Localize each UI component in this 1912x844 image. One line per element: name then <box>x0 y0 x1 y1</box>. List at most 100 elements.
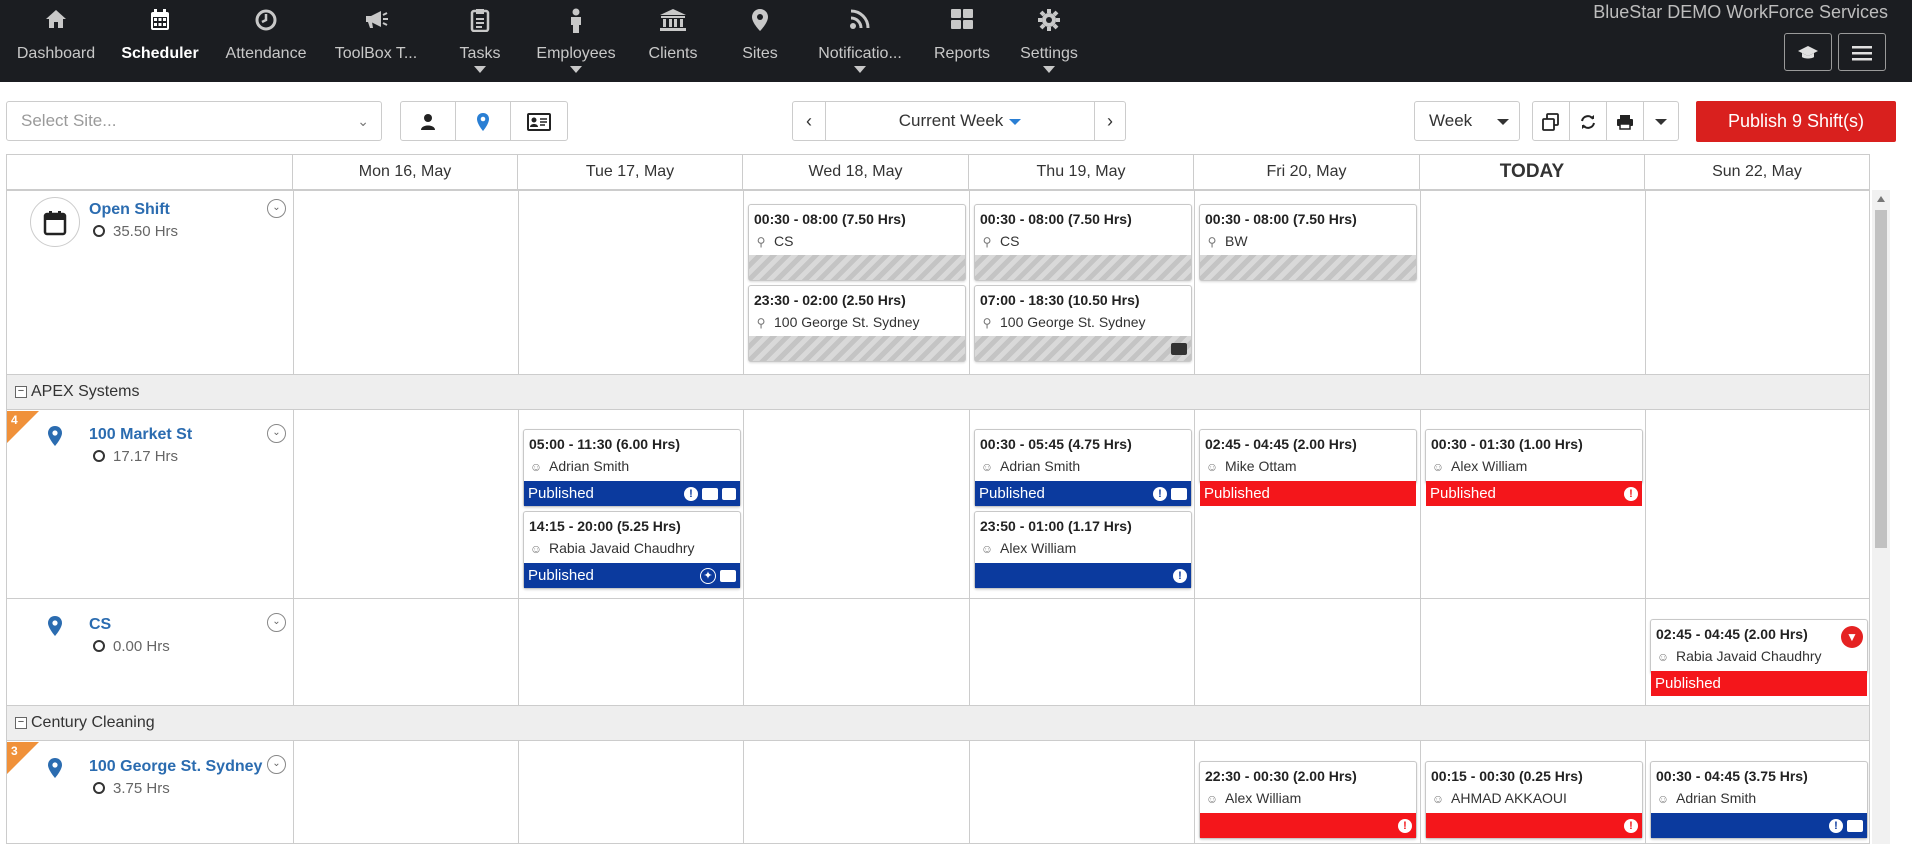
shift-card[interactable]: 23:50 - 01:00 (1.17 Hrs) ☺ Alex William ! <box>974 511 1192 589</box>
shift-card[interactable]: 02:45 - 04:45 (2.00 Hrs) ▼ ☺ Rabia Javaid… <box>1650 619 1868 696</box>
view-mode-select[interactable]: Week <box>1414 101 1520 141</box>
shift-card[interactable]: 00:30 - 08:00 (7.50 Hrs) ⚲ CS <box>748 204 966 281</box>
hours-value: 0.00 Hrs <box>113 638 170 655</box>
chevron-down-icon: ⌄ <box>272 758 281 769</box>
chevron-down-icon: ⌄ <box>357 113 369 129</box>
refresh-button[interactable] <box>1569 101 1607 141</box>
status-bar: Published <box>1651 671 1867 696</box>
nav-label: Attendance <box>225 45 307 62</box>
nav-tasks[interactable]: Tasks <box>452 8 508 78</box>
chevron-down-icon <box>854 66 866 73</box>
shift-time: 14:15 - 20:00 (5.25 Hrs) <box>529 518 681 534</box>
shift-site: ⚲ 100 George St. Sydney <box>754 314 920 330</box>
shift-site-label: CS <box>1000 233 1020 249</box>
previous-week-button[interactable]: ‹ <box>792 101 826 141</box>
row-options-chevron[interactable]: ⌄ <box>267 755 286 774</box>
nav-settings[interactable]: Settings <box>1018 8 1080 78</box>
nav-label: Sites <box>742 45 778 62</box>
rss-icon <box>816 8 904 36</box>
view-by-site-button[interactable] <box>455 101 511 141</box>
shift-time: 00:30 - 08:00 (7.50 Hrs) <box>980 211 1132 227</box>
nav-label: Reports <box>933 45 991 62</box>
shift-card[interactable]: 22:30 - 00:30 (2.00 Hrs) ☺ Alex William ! <box>1199 761 1417 839</box>
nav-label: Scheduler <box>121 45 199 62</box>
week-range-dropdown[interactable]: Current Week <box>825 101 1095 141</box>
scrollbar-thumb[interactable] <box>1875 210 1887 548</box>
site-title[interactable]: 100 Market St <box>89 426 192 444</box>
shift-card[interactable]: 00:15 - 00:30 (0.25 Hrs) ☺ AHMAD AKKAOUI … <box>1425 761 1643 839</box>
row-options-chevron[interactable]: ⌄ <box>267 613 286 632</box>
nav-toolbox[interactable]: ToolBox T... <box>334 8 418 78</box>
graduation-cap-button[interactable] <box>1784 33 1832 71</box>
open-shift-hours: 35.50 Hrs <box>93 223 178 240</box>
thumbs-down-icon[interactable]: ▼ <box>1841 626 1863 648</box>
user-icon: ☺ <box>1656 650 1670 664</box>
map-pin-icon: ⚲ <box>982 235 992 249</box>
nav-sites[interactable]: Sites <box>738 8 782 78</box>
unassigned-bar <box>975 336 1191 361</box>
chevron-down-icon: ⌄ <box>272 202 281 213</box>
chevron-down-icon <box>474 66 486 73</box>
collapse-icon[interactable]: − <box>15 386 27 398</box>
shift-time: 00:30 - 05:45 (4.75 Hrs) <box>980 436 1132 452</box>
employee-name: Alex William <box>1451 458 1528 474</box>
hours-value: 35.50 Hrs <box>113 223 179 240</box>
publish-shifts-button[interactable]: Publish 9 Shift(s) <box>1696 101 1896 142</box>
map-pin-icon: ⚲ <box>1207 235 1217 249</box>
next-week-button[interactable]: › <box>1094 101 1126 141</box>
nav-scheduler[interactable]: Scheduler <box>120 8 200 78</box>
clipboard-icon <box>452 8 508 36</box>
nav-employees[interactable]: Employees <box>536 8 616 78</box>
nav-attendance[interactable]: Attendance <box>224 8 308 78</box>
row-options-chevron[interactable]: ⌄ <box>267 199 286 218</box>
shift-card[interactable]: 00:30 - 08:00 (7.50 Hrs) ⚲ BW <box>1199 204 1417 281</box>
coffee-break-icon <box>1171 342 1187 355</box>
site-title[interactable]: CS <box>89 616 111 634</box>
shift-time: 23:50 - 01:00 (1.17 Hrs) <box>980 518 1132 534</box>
hamburger-menu-button[interactable] <box>1838 33 1886 71</box>
shift-time: 00:30 - 08:00 (7.50 Hrs) <box>754 211 906 227</box>
status-label: Published <box>1655 675 1721 692</box>
collapse-icon[interactable]: − <box>15 717 27 729</box>
shift-card[interactable]: 23:30 - 02:00 (2.50 Hrs) ⚲ 100 George St.… <box>748 285 966 362</box>
chevron-left-icon: ‹ <box>806 111 812 131</box>
unassigned-bar <box>749 336 965 361</box>
shift-card[interactable]: 14:15 - 20:00 (5.25 Hrs) ☺ Rabia Javaid C… <box>523 511 741 589</box>
vertical-scrollbar[interactable] <box>1872 190 1890 844</box>
shift-card[interactable]: 00:30 - 04:45 (3.75 Hrs) ☺ Adrian Smith ! <box>1650 761 1868 839</box>
nav-dashboard[interactable]: Dashboard <box>14 8 98 78</box>
more-options-dropdown[interactable] <box>1643 101 1679 141</box>
day-header: Mon 16, May <box>293 155 518 189</box>
open-shift-avatar <box>30 197 80 247</box>
scroll-up-arrow[interactable] <box>1877 196 1885 202</box>
shift-card[interactable]: 05:00 - 11:30 (6.00 Hrs) ☺ Adrian Smith P… <box>523 429 741 507</box>
status-label: Published <box>528 567 594 584</box>
group-band-century: − Century Cleaning <box>7 705 1869 741</box>
shift-card[interactable]: 00:30 - 01:30 (1.00 Hrs) ☺ Alex William P… <box>1425 429 1643 506</box>
nav-clients[interactable]: Clients <box>642 8 704 78</box>
view-by-card-button[interactable] <box>510 101 568 141</box>
person-icon <box>421 114 435 131</box>
view-by-employee-button[interactable] <box>400 101 456 141</box>
shift-card[interactable]: 07:00 - 18:30 (10.50 Hrs) ⚲ 100 George St… <box>974 285 1192 362</box>
shift-site: ⚲ CS <box>754 233 794 249</box>
user-icon: ☺ <box>1205 792 1219 806</box>
employee-name: Rabia Javaid Chaudhry <box>1676 648 1822 664</box>
row-options-chevron[interactable]: ⌄ <box>267 424 286 443</box>
copy-button[interactable] <box>1532 101 1570 141</box>
site-title[interactable]: 100 George St. Sydney <box>89 758 262 776</box>
print-button[interactable] <box>1606 101 1644 141</box>
nav-notifications[interactable]: Notificatio... <box>816 8 904 78</box>
coffee-break-icon <box>1847 819 1863 832</box>
site-select[interactable]: Select Site... ⌄ <box>6 101 382 141</box>
day-header: Fri 20, May <box>1194 155 1420 189</box>
map-pin-icon <box>48 616 62 636</box>
status-label: Published <box>528 485 594 502</box>
shift-card[interactable]: 00:30 - 08:00 (7.50 Hrs) ⚲ CS <box>974 204 1192 281</box>
status-bar: Published <box>1200 481 1416 506</box>
nav-reports[interactable]: Reports <box>932 8 992 78</box>
open-shift-title[interactable]: Open Shift <box>89 201 170 219</box>
shift-card[interactable]: 02:45 - 04:45 (2.00 Hrs) ☺ Mike Ottam Pub… <box>1199 429 1417 506</box>
shift-card[interactable]: 00:30 - 05:45 (4.75 Hrs) ☺ Adrian Smith P… <box>974 429 1192 507</box>
nav-label: Employees <box>536 45 616 62</box>
